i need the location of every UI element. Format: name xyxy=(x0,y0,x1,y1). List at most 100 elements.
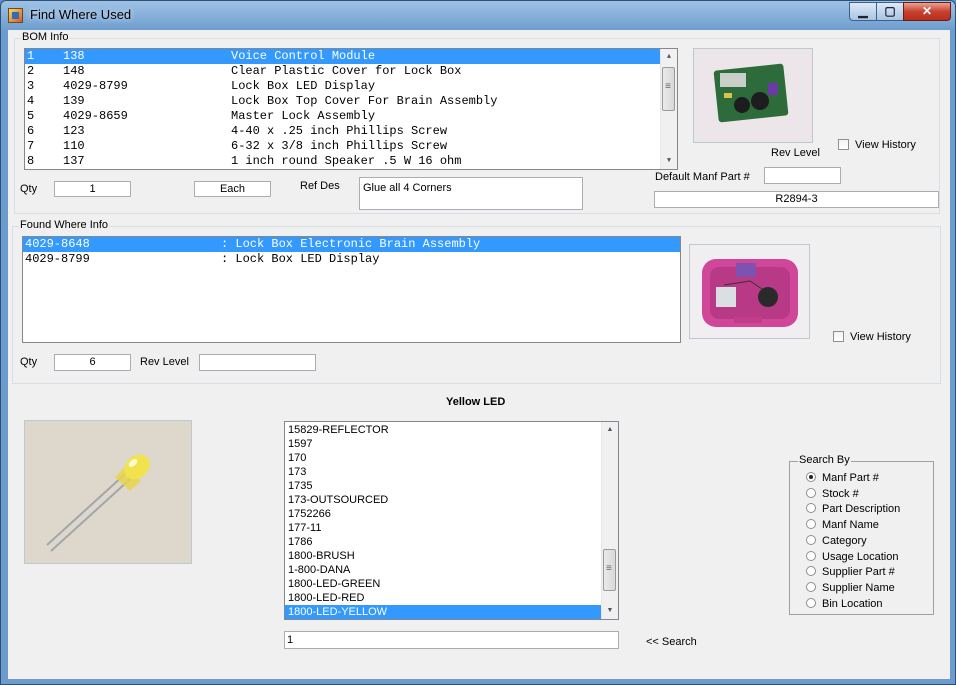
default-manf-part-field[interactable]: R2894-3 xyxy=(654,191,939,208)
parts-list-item[interactable]: 170 xyxy=(285,451,602,465)
bom-cell-desc: Lock Box LED Display xyxy=(231,79,376,93)
bom-qty-label: Qty xyxy=(20,183,38,195)
search-by-radio[interactable]: Category xyxy=(806,533,867,549)
maximize-button[interactable]: ▢ xyxy=(876,2,904,21)
search-by-group: Search By Manf Part # Stock # Part Descrip… xyxy=(789,454,934,615)
bom-row[interactable]: 6 123 4-40 x .25 inch Phillips Screw xyxy=(25,124,662,139)
parts-list-item[interactable]: 1800-LED-RED xyxy=(285,591,602,605)
search-by-radio[interactable]: Supplier Part # xyxy=(806,564,895,580)
parts-list-item[interactable]: 1752266 xyxy=(285,507,602,521)
bom-row[interactable]: 4 139 Lock Box Top Cover For Brain Assembl… xyxy=(25,94,662,109)
bom-cell-part: 137 xyxy=(63,154,85,168)
found-where-row[interactable]: 4029-8799: Lock Box LED Display xyxy=(23,252,680,267)
bom-cell-num: 4 xyxy=(27,94,35,108)
scroll-up-arrow-icon[interactable]: ▲ xyxy=(602,422,618,438)
scroll-down-arrow-icon[interactable]: ▼ xyxy=(661,153,677,169)
bom-cell-desc: Clear Plastic Cover for Lock Box xyxy=(231,64,462,78)
bom-row[interactable]: 7 110 6-32 x 3/8 inch Phillips Screw xyxy=(25,139,662,154)
scroll-thumb[interactable] xyxy=(603,549,616,591)
search-by-radio[interactable]: Manf Part # xyxy=(806,470,879,486)
bom-listbox[interactable]: 1 138 Voice Control Module 2 148 Clear Plasti… xyxy=(24,48,678,170)
search-by-option-label: Manf Name xyxy=(822,519,879,532)
found-where-cell-desc: : Lock Box Electronic Brain Assembly xyxy=(221,237,481,251)
bom-row[interactable]: 3 4029-8799 Lock Box LED Display xyxy=(25,79,662,94)
rev-level-field[interactable] xyxy=(764,167,841,184)
parts-list-item[interactable]: 1800-LED-YELLOW xyxy=(285,605,602,619)
bom-view-history-checkbox[interactable]: View History xyxy=(838,139,916,151)
close-button[interactable]: ✕ xyxy=(903,2,951,21)
bom-info-group: BOM Info 1 138 Voice Control Module 2 148 Cle… xyxy=(14,31,940,214)
app-icon xyxy=(8,8,23,23)
ref-des-field[interactable]: Glue all 4 Corners xyxy=(359,177,583,210)
found-qty-field[interactable]: 6 xyxy=(54,354,131,371)
radio-dot-icon[interactable] xyxy=(806,550,816,561)
radio-dot-icon[interactable] xyxy=(806,597,816,608)
bom-qty-field[interactable]: 1 xyxy=(54,181,131,197)
parts-list-item[interactable]: 1735 xyxy=(285,479,602,493)
bom-cell-part: 110 xyxy=(63,139,85,153)
search-by-radio[interactable]: Manf Name xyxy=(806,517,879,533)
find-where-used-window: Find Where Used ▁ ▢ ✕ BOM Info 1 138 Voice… xyxy=(0,0,956,685)
search-by-option-label: Manf Part # xyxy=(822,472,879,484)
window-title: Find Where Used xyxy=(30,7,132,22)
radio-dot-icon[interactable] xyxy=(806,534,816,545)
radio-dot-icon[interactable] xyxy=(806,519,816,530)
default-manf-part-label: Default Manf Part # xyxy=(655,171,750,183)
bom-cell-num: 7 xyxy=(27,139,35,153)
radio-dot-icon[interactable] xyxy=(806,503,816,514)
search-by-radio[interactable]: Usage Location xyxy=(806,549,898,565)
parts-list-item[interactable]: 15829-REFLECTOR xyxy=(285,423,602,437)
radio-dot-icon[interactable] xyxy=(806,566,816,577)
bom-cell-part: 4029-8799 xyxy=(63,79,128,93)
parts-listbox[interactable]: 15829-REFLECTOR 1597 170 173 1735 173-OUTSOUR… xyxy=(284,421,619,620)
found-rev-level-label: Rev Level xyxy=(140,356,189,368)
radio-dot-icon[interactable] xyxy=(806,581,816,592)
search-by-radio[interactable]: Bin Location xyxy=(806,596,883,612)
checkbox-box-icon[interactable] xyxy=(833,331,844,342)
search-by-option-label: Supplier Part # xyxy=(822,566,895,579)
found-view-history-checkbox[interactable]: View History xyxy=(833,331,911,343)
parts-scrollbar[interactable]: ▲ ▼ xyxy=(601,422,618,619)
part-caption: Yellow LED xyxy=(446,396,506,408)
bom-row[interactable]: 2 148 Clear Plastic Cover for Lock Box xyxy=(25,64,662,79)
search-button[interactable]: << Search xyxy=(646,636,697,648)
scroll-up-arrow-icon[interactable]: ▲ xyxy=(661,49,677,65)
scroll-down-arrow-icon[interactable]: ▼ xyxy=(602,603,618,619)
search-by-option-label: Bin Location xyxy=(822,597,883,610)
radio-dot-icon[interactable] xyxy=(806,472,816,482)
brain-assembly-image xyxy=(689,244,810,339)
bom-row[interactable]: 5 4029-8659 Master Lock Assembly xyxy=(25,109,662,124)
found-where-rows: 4029-8648: Lock Box Electronic Brain Ass… xyxy=(23,237,680,267)
scroll-thumb[interactable] xyxy=(662,67,675,111)
found-where-row[interactable]: 4029-8648: Lock Box Electronic Brain Ass… xyxy=(23,237,680,252)
bom-scrollbar[interactable]: ▲ ▼ xyxy=(660,49,677,169)
found-view-history-label: View History xyxy=(850,331,911,343)
radio-dot-icon[interactable] xyxy=(806,487,816,498)
found-where-listbox[interactable]: 4029-8648: Lock Box Electronic Brain Ass… xyxy=(22,236,681,343)
parts-list-item[interactable]: 1-800-DANA xyxy=(285,563,602,577)
parts-list-item[interactable]: 1800-LED-GREEN xyxy=(285,577,602,591)
title-bar[interactable]: Find Where Used ▁ ▢ ✕ xyxy=(1,1,955,29)
ref-des-label: Ref Des xyxy=(300,180,340,192)
search-by-label: Search By xyxy=(798,454,851,466)
bom-row[interactable]: 1 138 Voice Control Module xyxy=(25,49,662,64)
bom-row[interactable]: 8 137 1 inch round Speaker .5 W 16 ohm xyxy=(25,154,662,169)
search-by-radio[interactable]: Part Description xyxy=(806,501,900,517)
parts-list-item[interactable]: 1786 xyxy=(285,535,602,549)
found-rev-level-field[interactable] xyxy=(199,354,316,371)
unit-field[interactable]: Each xyxy=(194,181,271,197)
checkbox-box-icon[interactable] xyxy=(838,139,849,150)
search-by-radio[interactable]: Supplier Name xyxy=(806,580,895,596)
parts-list-item[interactable]: 177-11 xyxy=(285,521,602,535)
search-by-option-label: Supplier Name xyxy=(822,581,895,594)
search-input[interactable]: 1 xyxy=(284,631,619,649)
minimize-button[interactable]: ▁ xyxy=(849,2,877,21)
parts-list-item[interactable]: 1597 xyxy=(285,437,602,451)
parts-list-item[interactable]: 173-OUTSOURCED xyxy=(285,493,602,507)
bom-cell-num: 3 xyxy=(27,79,35,93)
parts-list-item[interactable]: 1800-BRUSH xyxy=(285,549,602,563)
parts-rows: 15829-REFLECTOR 1597 170 173 1735 173-OUTSOUR… xyxy=(285,422,618,619)
parts-list-item[interactable]: 173 xyxy=(285,465,602,479)
search-by-radio[interactable]: Stock # xyxy=(806,486,859,502)
bom-cell-desc: Lock Box Top Cover For Brain Assembly xyxy=(231,94,498,108)
